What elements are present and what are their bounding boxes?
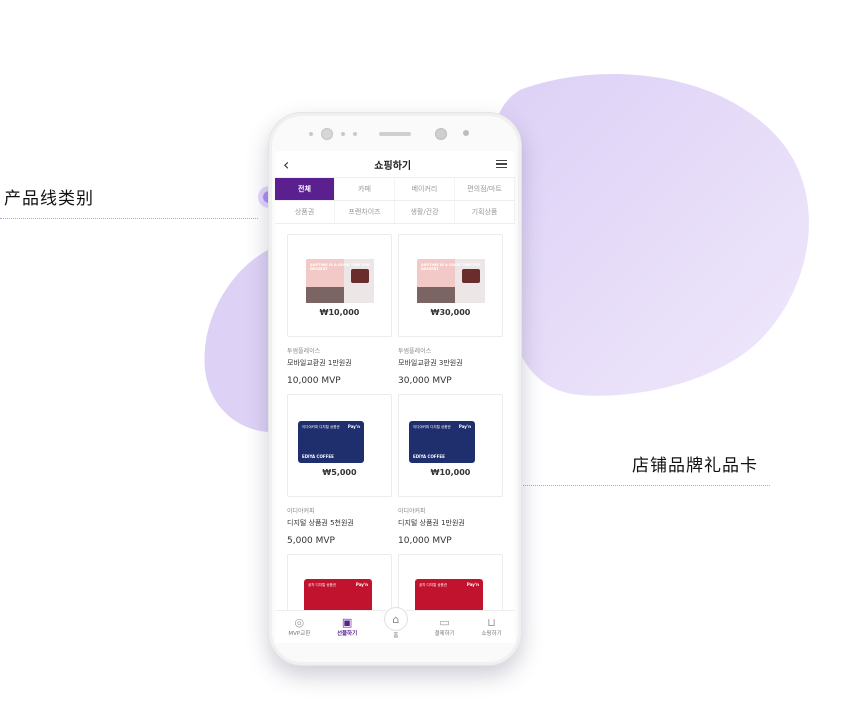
phone-frame: ‹ 쇼핑하기 전체 카페 베이커리 편의점/마트 상품권 프랜차이즈 생활/건강… [268,112,522,666]
callout-brand-giftcard: 店铺品牌礼品卡 [632,456,758,476]
speaker-grille [379,132,411,136]
sensor-dot [463,130,469,136]
giftcard-image: ANYTIME IS A GOOD TIME FOR DESSERT [417,259,485,303]
product-card-image[interactable]: ANYTIME IS A GOOD TIME FOR DESSERT ₩30,0… [398,234,503,337]
giftcard-image: ANYTIME IS A GOOD TIME FOR DESSERT [306,259,374,303]
tab-cafe[interactable]: 카페 [335,178,395,201]
card-text: ANYTIME IS A GOOD TIME FOR DESSERT [310,263,370,271]
card-price: ₩30,000 [430,308,471,317]
card-brand: EDIYA COFFEE [302,454,334,459]
page-title: 쇼핑하기 [374,160,412,172]
nav-shopping[interactable]: ⊔ 쇼핑하기 [481,616,502,638]
card-text: 이디야커피 디지털 상품권 [413,425,451,429]
product-mvp-price: 10,000 MVP [287,376,341,386]
card-price: ₩5,000 [322,468,357,477]
product-brand: 이디야커피 [398,508,426,515]
home-icon: ⌂ [383,607,408,631]
app-screen: ‹ 쇼핑하기 전체 카페 베이커리 편의점/마트 상품권 프랜차이즈 생활/건강… [275,151,515,643]
product-brand: 이디야커피 [287,508,315,515]
cart-icon: ⊔ [487,616,496,629]
sensor-dot [309,132,313,136]
gift-icon: ▣ [341,616,353,629]
product-mvp-price: 30,000 MVP [398,376,452,386]
product-mvp-price: 5,000 MVP [287,536,335,546]
card-pay-logo: Pay'n [466,582,479,587]
nav-home[interactable]: ⌂ 홈 [383,607,408,639]
tab-gift-voucher[interactable]: 상품권 [275,201,335,224]
callout-product-category: 产品线类别 [4,189,94,209]
nav-label: 결제하기 [434,631,455,637]
category-tabs: 전체 카페 베이커리 편의점/마트 상품권 프랜차이즈 생활/건강 기획상품 [275,178,515,224]
hamburger-icon[interactable] [496,159,507,169]
proximity-sensor [435,128,447,140]
card-text: 이디야커피 디지털 상품권 [302,425,340,429]
nav-payment[interactable]: ▭ 결제하기 [434,616,455,638]
product-card-image[interactable]: 이디야커피 디지털 상품권 Pay'n EDIYA COFFEE ₩5,000 [287,394,392,497]
product-brand: 투썸플레이스 [398,348,432,355]
product-name: 디지털 상품권 5천원권 [287,519,354,527]
product-name: 모바일교환권 1만원권 [287,359,352,367]
card-brand: EDIYA COFFEE [413,454,445,459]
product-brand: 투썸플레이스 [287,348,321,355]
card-pay-logo: Pay'n [458,424,471,429]
tab-all[interactable]: 전체 [275,178,335,201]
nav-label: MVP교환 [288,631,311,637]
card-price: ₩10,000 [319,308,360,317]
product-name: 모바일교환권 3만원권 [398,359,463,367]
product-item[interactable]: ANYTIME IS A GOOD TIME FOR DESSERT ₩30,0… [398,234,503,394]
product-item[interactable]: ANYTIME IS A GOOD TIME FOR DESSERT ₩10,0… [287,234,392,394]
front-camera [321,128,333,140]
tab-franchise[interactable]: 프랜차이즈 [335,201,395,224]
nav-label: 선물하기 [336,631,358,637]
wallet-icon: ▭ [439,616,450,629]
chevron-left-icon[interactable]: ‹ [283,155,289,174]
nav-gift[interactable]: ▣ 선물하기 [336,616,358,638]
tab-convenience[interactable]: 편의점/마트 [455,178,515,201]
sensor-dot [341,132,345,136]
callout-left-line [0,218,258,219]
card-text: ANYTIME IS A GOOD TIME FOR DESSERT [421,263,481,271]
tab-lifestyle[interactable]: 생활/건강 [395,201,455,224]
bottom-navigation: ◎ MVP교환 ▣ 선물하기 ⌂ 홈 ▭ 결제하기 ⊔ 쇼핑하기 [275,607,515,643]
card-text: 공차 디지털 상품권 [419,583,447,587]
exchange-icon: ◎ [294,616,305,629]
tab-bakery[interactable]: 베이커리 [395,178,455,201]
product-item[interactable]: 이디야커피 디지털 상품권 Pay'n EDIYA COFFEE ₩10,000… [398,394,503,554]
app-header: ‹ 쇼핑하기 [275,151,515,178]
card-price: ₩10,000 [430,468,471,477]
card-pay-logo: Pay'n [347,424,360,429]
sensor-dot [353,132,357,136]
product-grid: ANYTIME IS A GOOD TIME FOR DESSERT ₩10,0… [275,224,515,643]
nav-label: 쇼핑하기 [481,631,502,637]
product-card-image[interactable]: ANYTIME IS A GOOD TIME FOR DESSERT ₩10,0… [287,234,392,337]
giftcard-image: 이디야커피 디지털 상품권 Pay'n EDIYA COFFEE [298,421,364,463]
product-name: 디지털 상품권 1만원권 [398,519,465,527]
phone-top-bezel [269,113,521,153]
nav-label: 홈 [393,633,399,639]
card-pay-logo: Pay'n [355,582,368,587]
nav-mvp-exchange[interactable]: ◎ MVP교환 [288,616,311,638]
callout-right-line [490,485,770,486]
card-text: 공차 디지털 상품권 [308,583,336,587]
product-card-image[interactable]: 이디야커피 디지털 상품권 Pay'n EDIYA COFFEE ₩10,000 [398,394,503,497]
giftcard-image: 이디야커피 디지털 상품권 Pay'n EDIYA COFFEE [409,421,475,463]
tab-special[interactable]: 기획상품 [455,201,515,224]
product-mvp-price: 10,000 MVP [398,536,452,546]
product-item[interactable]: 이디야커피 디지털 상품권 Pay'n EDIYA COFFEE ₩5,000 … [287,394,392,554]
